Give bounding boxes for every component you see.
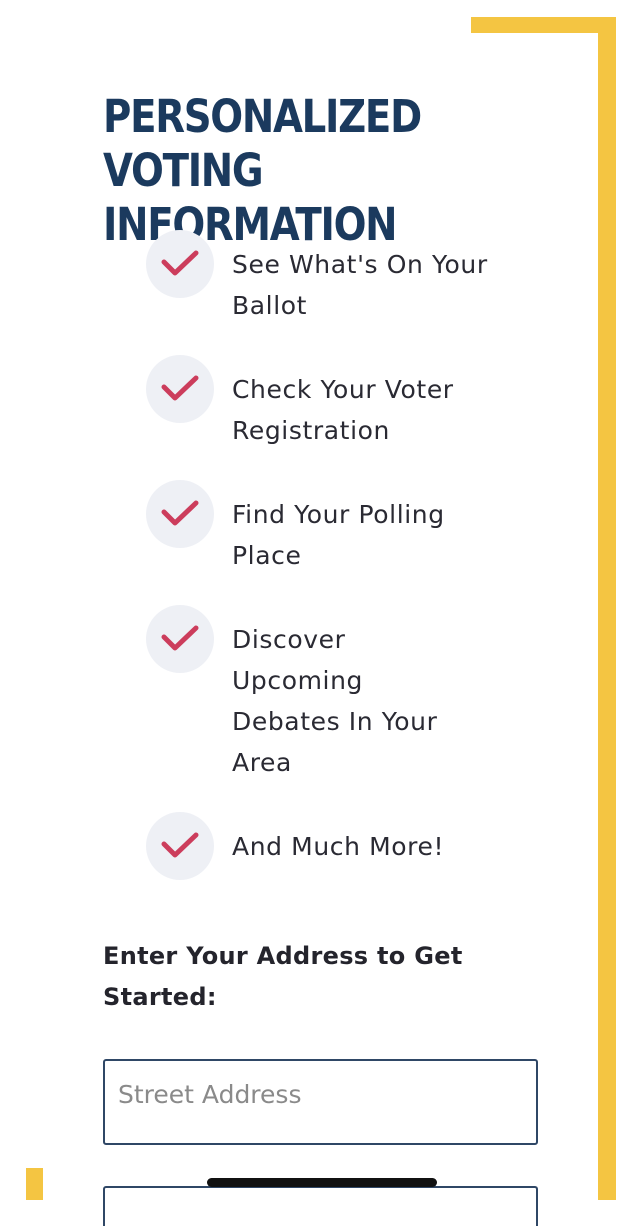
decorative-frame-right: [598, 17, 616, 1200]
checkmark-badge: [146, 355, 214, 423]
page-title: PERSONALIZED VOTING INFORMATION: [103, 90, 422, 251]
benefit-label: Discover Upcoming Debates In Your Area: [232, 625, 438, 777]
checkmark-icon: [161, 375, 199, 401]
decorative-frame-left: [26, 1168, 43, 1200]
checkmark-icon: [161, 625, 199, 651]
checkmark-badge: [146, 605, 214, 673]
benefit-label: Find Your Polling Place: [232, 500, 445, 570]
next-address-field[interactable]: [103, 1186, 538, 1226]
benefit-label: Check Your Voter Registration: [232, 375, 454, 445]
street-address-input[interactable]: [103, 1059, 538, 1145]
checkmark-badge: [146, 480, 214, 548]
checkmark-badge: [146, 230, 214, 298]
checkmark-icon: [161, 250, 199, 276]
decorative-frame-top: [471, 17, 616, 33]
checkmark-badge: [146, 812, 214, 880]
benefit-label: And Much More!: [232, 832, 445, 861]
checkmark-icon: [161, 832, 199, 858]
benefit-label: See What's On Your Ballot: [232, 250, 488, 320]
address-prompt: Enter Your Address to Get Started:: [103, 942, 463, 1011]
checkmark-icon: [161, 500, 199, 526]
home-indicator[interactable]: [207, 1178, 437, 1187]
